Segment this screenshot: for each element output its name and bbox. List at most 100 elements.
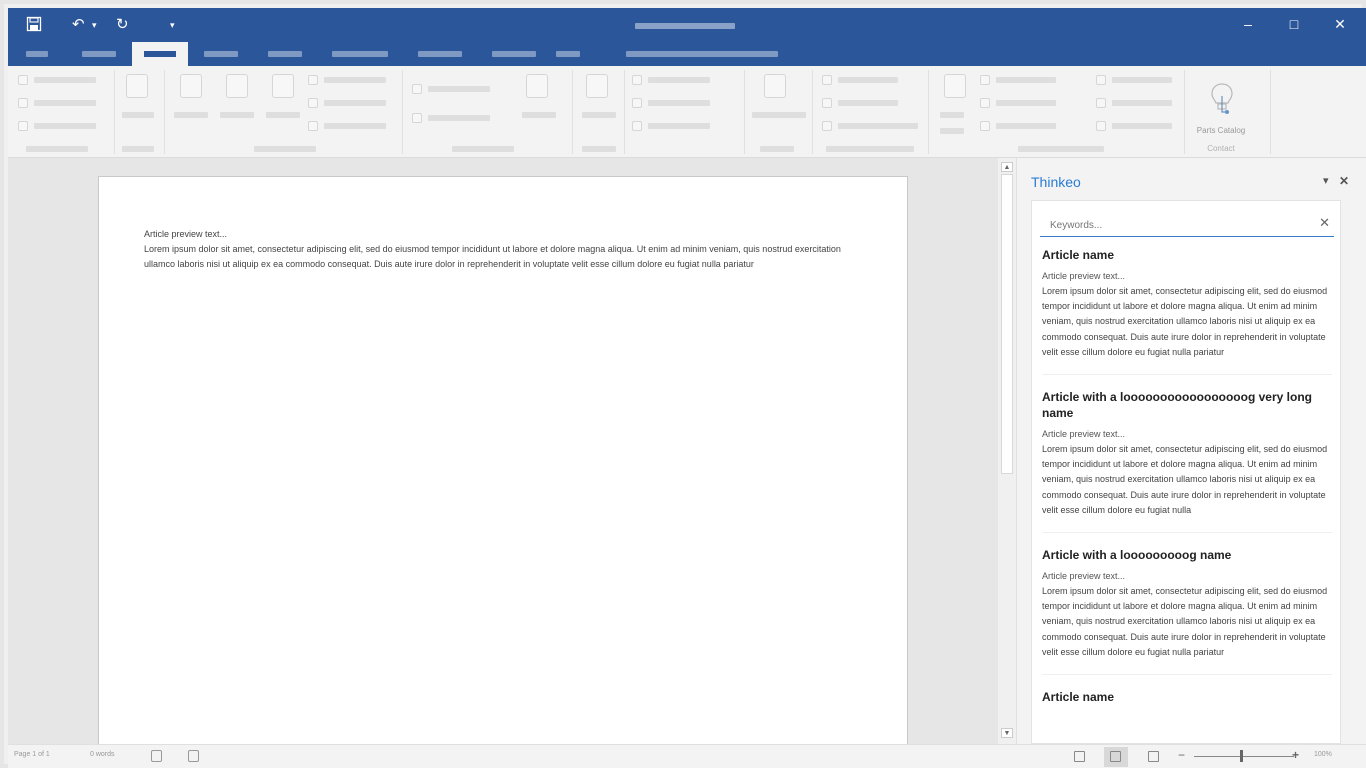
ribbon-label — [752, 112, 806, 118]
redo-icon[interactable]: ↻ — [116, 16, 129, 34]
ribbon-label — [428, 86, 490, 92]
ribbon-label — [1112, 100, 1172, 106]
tab-design[interactable] — [204, 51, 238, 57]
ribbon-checkbox[interactable] — [632, 75, 642, 85]
scroll-down-icon[interactable]: ▼ — [1001, 728, 1013, 738]
ribbon-separator — [402, 70, 403, 154]
ribbon-separator — [1184, 70, 1185, 154]
document-scrollbar[interactable]: ▲ ▼ — [998, 158, 1016, 744]
ribbon-checkbox[interactable] — [308, 98, 318, 108]
ribbon-group-label — [26, 146, 88, 152]
ribbon-label — [648, 77, 710, 83]
minimize-button[interactable]: – — [1233, 14, 1263, 34]
ribbon — [8, 66, 1366, 158]
ribbon-label — [522, 112, 556, 118]
document-preview-line: Article preview text... — [144, 229, 228, 239]
ribbon-checkbox[interactable] — [980, 75, 990, 85]
maximize-button[interactable]: □ — [1279, 14, 1309, 34]
ribbon-label — [34, 77, 96, 83]
list-item[interactable]: Article name — [1042, 689, 1332, 725]
search-box: ✕ — [1040, 213, 1334, 237]
pane-close-icon[interactable]: ✕ — [1339, 174, 1349, 188]
ribbon-large-button[interactable] — [586, 74, 608, 98]
clear-search-icon[interactable]: ✕ — [1319, 215, 1330, 231]
ribbon-large-button[interactable] — [226, 74, 248, 98]
undo-dropdown-icon[interactable]: ▾ — [92, 16, 97, 34]
ribbon-checkbox[interactable] — [18, 75, 28, 85]
web-layout-button[interactable] — [1142, 747, 1166, 767]
ribbon-label — [940, 128, 964, 134]
ribbon-separator — [744, 70, 745, 154]
zoom-out-icon[interactable]: − — [1178, 748, 1185, 762]
print-layout-button[interactable] — [1104, 747, 1128, 767]
proofing-icon[interactable] — [151, 750, 162, 762]
customize-quick-access-icon[interactable]: ▾ — [170, 16, 175, 34]
word-count[interactable]: 0 words — [90, 751, 115, 758]
tab-file[interactable] — [26, 51, 48, 57]
zoom-level[interactable]: 100% — [1314, 751, 1332, 758]
search-input[interactable] — [1050, 216, 1300, 234]
ribbon-group-label — [254, 146, 316, 152]
ribbon-checkbox[interactable] — [632, 98, 642, 108]
close-button[interactable]: ✕ — [1325, 14, 1355, 34]
ribbon-checkbox[interactable] — [18, 98, 28, 108]
pane-options-icon[interactable]: ▾ — [1323, 174, 1329, 187]
ribbon-checkbox[interactable] — [822, 98, 832, 108]
list-item[interactable]: Article with a looooooooog name Article … — [1042, 547, 1332, 676]
ribbon-checkbox[interactable] — [822, 121, 832, 131]
undo-icon[interactable]: ↶ — [72, 16, 85, 34]
zoom-slider[interactable] — [1194, 756, 1294, 757]
ribbon-large-button[interactable] — [180, 74, 202, 98]
tab-layout[interactable] — [268, 51, 302, 57]
ribbon-checkbox[interactable] — [412, 113, 422, 123]
ribbon-checkbox[interactable] — [980, 98, 990, 108]
tab-home[interactable] — [82, 51, 116, 57]
ribbon-separator — [572, 70, 573, 154]
ribbon-checkbox[interactable] — [1096, 75, 1106, 85]
ribbon-large-button[interactable] — [764, 74, 786, 98]
list-item[interactable]: Article with a looooooooooooooooog very … — [1042, 389, 1332, 534]
read-mode-button[interactable] — [1068, 747, 1092, 767]
ribbon-large-button[interactable] — [126, 74, 148, 98]
ribbon-group-label — [582, 146, 616, 152]
ribbon-checkbox[interactable] — [1096, 98, 1106, 108]
ribbon-label — [174, 112, 208, 118]
ribbon-label — [324, 123, 386, 129]
article-title[interactable]: Article with a looooooooooooooooog very … — [1042, 389, 1332, 421]
scroll-up-icon[interactable]: ▲ — [1001, 162, 1013, 172]
scrollbar-thumb[interactable] — [1001, 174, 1013, 474]
ribbon-group-label — [122, 146, 154, 152]
article-title[interactable]: Article name — [1042, 247, 1332, 263]
article-title[interactable]: Article with a looooooooog name — [1042, 547, 1332, 563]
article-preview: Article preview text... — [1042, 571, 1126, 582]
tab-mailings[interactable] — [418, 51, 462, 57]
ribbon-label — [996, 77, 1056, 83]
ribbon-checkbox[interactable] — [18, 121, 28, 131]
parts-catalog-button[interactable] — [1210, 82, 1234, 118]
document-page[interactable]: Article preview text... Lorem ipsum dolo… — [98, 176, 908, 746]
ribbon-checkbox[interactable] — [980, 121, 990, 131]
ribbon-checkbox[interactable] — [632, 121, 642, 131]
ribbon-checkbox[interactable] — [1096, 121, 1106, 131]
ribbon-large-button[interactable] — [944, 74, 966, 98]
ribbon-checkbox[interactable] — [308, 75, 318, 85]
zoom-slider-thumb[interactable] — [1240, 750, 1243, 762]
tab-review[interactable] — [492, 51, 536, 57]
ribbon-checkbox[interactable] — [822, 75, 832, 85]
ribbon-checkbox[interactable] — [412, 84, 422, 94]
list-item[interactable]: Article name Article preview text... Lor… — [1042, 247, 1332, 376]
tab-tell-me[interactable] — [626, 51, 778, 57]
ribbon-separator — [114, 70, 115, 154]
macro-icon[interactable] — [188, 750, 199, 762]
ribbon-checkbox[interactable] — [308, 121, 318, 131]
tab-view[interactable] — [556, 51, 580, 57]
page-count[interactable]: Page 1 of 1 — [14, 751, 50, 758]
zoom-in-icon[interactable]: + — [1292, 748, 1299, 762]
web-layout-icon — [1148, 751, 1159, 762]
save-icon[interactable] — [26, 16, 42, 37]
ribbon-large-button[interactable] — [526, 74, 548, 98]
tab-references[interactable] — [332, 51, 388, 57]
ribbon-large-button[interactable] — [272, 74, 294, 98]
article-title[interactable]: Article name — [1042, 689, 1332, 705]
tab-active[interactable] — [132, 42, 188, 66]
